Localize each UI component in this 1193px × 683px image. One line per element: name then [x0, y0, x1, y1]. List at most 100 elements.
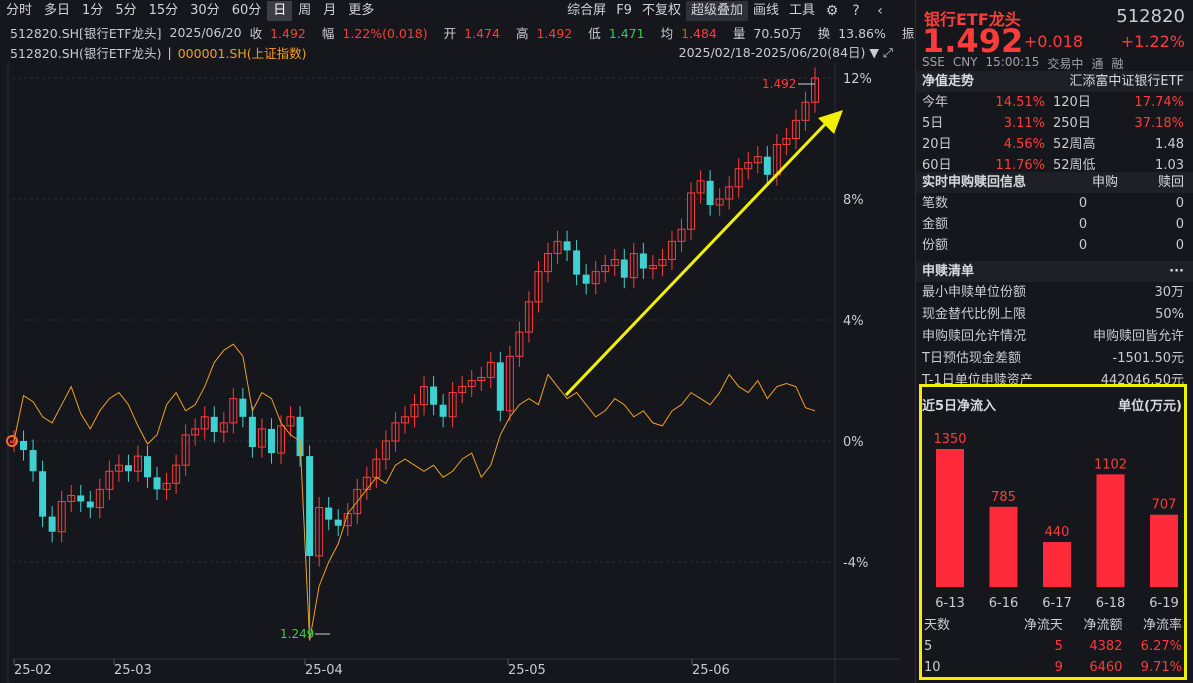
- candle-body: [706, 180, 714, 206]
- list-label: 申购赎回允许情况: [922, 329, 1027, 344]
- candle-body: [48, 516, 56, 532]
- period-tab-10[interactable]: 更多: [342, 1, 380, 21]
- candle-body: [153, 477, 161, 490]
- nf-cell: 10: [924, 660, 941, 675]
- range-dropdown-icon[interactable]: ▼ ⤢: [869, 45, 893, 60]
- inflow-bar-value: 785: [991, 490, 1016, 505]
- net-inflow-unit: 单位(万元): [1118, 399, 1182, 414]
- meta-item-3: 交易中: [1047, 57, 1084, 71]
- redemption-list-header: 申赎清单 ···: [916, 261, 1193, 282]
- candle-body: [29, 450, 37, 472]
- candle-body: [573, 250, 581, 275]
- performance-table: 今年 14.51% 120日 17.74% 5日 3.11% 250日 37.18% 20日 4.…: [916, 92, 1193, 176]
- x-tick-label: 25-06: [692, 663, 730, 678]
- inflow-bar-value: 440: [1045, 525, 1070, 540]
- nav-title: 净值走势: [922, 74, 975, 89]
- candle-body: [144, 456, 151, 478]
- nf-cell: 9: [1054, 660, 1063, 675]
- sub-col-buy: 申购: [1091, 175, 1118, 190]
- net-inflow-table: 天数 净流天 净流额 净流率 5 5 4382 6.27% 10 9 6460 9.71%: [922, 615, 1184, 678]
- candle-body: [496, 362, 504, 411]
- candle-body: [325, 507, 333, 520]
- volume-value: 70.50万: [753, 25, 802, 41]
- perf-value: 14.51%: [995, 95, 1045, 110]
- quote-info-bar: 512820.SH[银行ETF龙头] 2025/06/20 收 1.492 幅 1.22%…: [0, 22, 962, 42]
- inflow-bar-date: 6-13: [935, 596, 965, 611]
- candle-body: [639, 253, 647, 269]
- subscription-row: 笔数 0 0: [916, 193, 1193, 214]
- inflow-bar-date: 6-18: [1096, 596, 1126, 611]
- period-tab-3[interactable]: 5分: [109, 1, 142, 21]
- high: 高 1.492: [516, 23, 580, 42]
- sub-buy-value: 0: [1078, 238, 1088, 253]
- open-label: 开: [443, 25, 457, 41]
- net-inflow-table-row: 5 5 4382 6.27%: [922, 636, 1184, 657]
- nf-cell: 4382: [1089, 639, 1123, 654]
- close: 收 1.492: [250, 23, 314, 42]
- sub-buy-value: 0: [1078, 217, 1088, 232]
- average-value: 1.484: [681, 25, 717, 41]
- inflow-bar-date: 6-16: [989, 596, 1019, 611]
- app-window: 分时 多日 1分 5分 15分 30分 60分日周月更多 综合屏 F9 不复权 超级叠加 画线 工具 ⚙?…: [0, 0, 1193, 683]
- nf-head-cell: 净流额: [1083, 618, 1123, 633]
- inflow-bar: [1096, 474, 1125, 587]
- period-tab-7[interactable]: 日: [267, 1, 293, 21]
- period-tab-1[interactable]: 多日: [38, 1, 76, 21]
- sub-buy-value: 0: [1078, 196, 1088, 211]
- toolbar-item-2[interactable]: 不复权: [637, 1, 686, 21]
- period-tab-2[interactable]: 1分: [76, 1, 109, 21]
- low-label: 低: [588, 25, 601, 41]
- toolbar-item-3[interactable]: 超级叠加: [685, 1, 748, 21]
- overlay-series-label[interactable]: 000001.SH(上证指数): [178, 43, 307, 62]
- list-label: T日预估现金差额: [922, 351, 1021, 366]
- candle-body: [439, 404, 447, 417]
- perf-value: 3.11%: [1003, 116, 1045, 131]
- perf-label: 250日: [1053, 116, 1091, 131]
- period-tab-9[interactable]: 月: [317, 1, 342, 21]
- back-icon[interactable]: ‹: [871, 2, 889, 20]
- legend-separator: |: [167, 44, 172, 60]
- candle-body: [239, 398, 247, 417]
- date-range[interactable]: 2025/02/18-2025/06/20(84日) ▼ ⤢: [679, 42, 893, 61]
- redemption-list-row: 最小申赎单位份额 30万: [916, 282, 1193, 304]
- candle-body: [763, 156, 771, 175]
- toolbar-item-1[interactable]: F9: [611, 1, 637, 21]
- nf-head-cell: 净流率: [1142, 618, 1182, 633]
- toolbar-item-5[interactable]: 工具: [784, 1, 820, 21]
- help-icon[interactable]: ?: [847, 2, 865, 20]
- period-tab-8[interactable]: 周: [292, 1, 317, 21]
- nf-cell: 6460: [1089, 660, 1123, 675]
- kline-chart[interactable]: 12% 8% 4% 0% -4% 25-02 25-03 25-04 25-05 25-06 1.4…: [0, 62, 900, 683]
- high-label: 高: [515, 25, 529, 41]
- net-inflow-table-row: 10 9 6460 9.71%: [922, 657, 1184, 678]
- candle-body: [86, 501, 94, 508]
- perf-value: 37.18%: [1134, 116, 1184, 131]
- more-button[interactable]: ···: [1169, 261, 1184, 282]
- list-label: 最小申赎单位份额: [922, 285, 1027, 300]
- x-tick-label: 25-03: [114, 663, 152, 678]
- period-tab-5[interactable]: 30分: [184, 1, 226, 21]
- list-value: 申购赎回皆允许: [1092, 329, 1184, 344]
- net-inflow-title: 近5日净流入: [922, 399, 997, 414]
- settings-icon[interactable]: ⚙: [823, 2, 841, 20]
- period-tab-0[interactable]: 分时: [0, 1, 38, 21]
- nf-head-cell: 天数: [924, 618, 951, 633]
- candle-body: [563, 241, 571, 251]
- redemption-list-row: 申购赎回允许情况 申购赎回皆允许: [916, 326, 1193, 348]
- period-tab-6[interactable]: 60分: [226, 1, 268, 21]
- main-series-label[interactable]: 512820.SH(银行ETF龙头): [10, 43, 162, 62]
- sub-label: 笔数: [922, 196, 949, 211]
- candle-body: [267, 428, 275, 454]
- high-label: 1.492: [762, 77, 796, 91]
- perf-label: 52周高: [1053, 137, 1096, 152]
- trend-arrow-head: [818, 110, 843, 134]
- inflow-bar-date: 6-19: [1149, 596, 1179, 611]
- toolbar-item-0[interactable]: 综合屏: [562, 1, 611, 21]
- redemption-list-title: 申赎清单: [922, 264, 975, 279]
- nav-header[interactable]: 净值走势 汇添富中证银行ETF: [916, 71, 1193, 92]
- nf-cell: 5: [924, 639, 933, 654]
- perf-cell: 今年 14.51%: [922, 92, 1053, 113]
- period-tab-4[interactable]: 15分: [143, 1, 185, 21]
- perf-label: 20日: [922, 137, 952, 152]
- toolbar-item-4[interactable]: 画线: [748, 1, 784, 21]
